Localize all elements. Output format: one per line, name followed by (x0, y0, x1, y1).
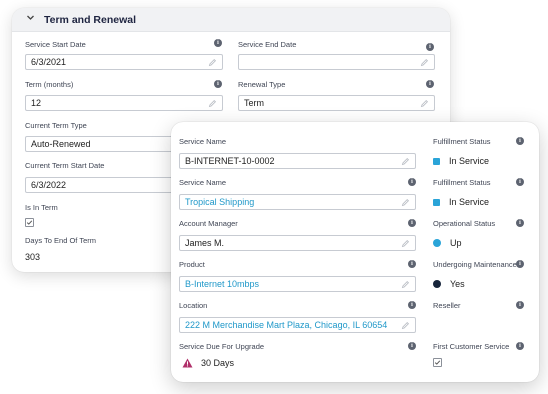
operational-status-value: Up (450, 238, 462, 248)
status-dot-icon (433, 280, 441, 288)
service-name-field-2[interactable]: Tropical Shipping (179, 194, 416, 210)
status-square-icon (433, 198, 440, 206)
service-name-link[interactable]: Tropical Shipping (185, 197, 254, 207)
chevron-down-icon[interactable] (26, 13, 35, 22)
current-term-type-label: Current Term Type (25, 121, 87, 130)
term-months-field[interactable]: 12 (25, 95, 223, 111)
service-name-label: Service Name (179, 137, 227, 146)
product-field[interactable]: B-Internet 10mbps (179, 276, 416, 292)
info-icon[interactable]: i (408, 301, 416, 309)
service-name-label-2: Service Name (179, 178, 227, 187)
section-header[interactable]: Term and Renewal (12, 8, 450, 32)
info-icon[interactable]: i (426, 43, 434, 51)
first-customer-service-label: First Customer Service (433, 342, 510, 351)
section-title: Term and Renewal (44, 13, 136, 26)
service-details-card: Service Name B-INTERNET-10-0002 Service … (171, 122, 539, 382)
service-start-date-label: Service Start Date (25, 40, 86, 49)
pencil-icon[interactable] (401, 321, 410, 330)
service-start-date-field[interactable]: 6/3/2021 (25, 54, 223, 70)
info-icon[interactable]: i (516, 301, 524, 309)
product-link[interactable]: B-Internet 10mbps (185, 279, 259, 289)
term-months-label: Term (months) (25, 80, 74, 89)
stage: Term and Renewal Service Start Date i 6/… (0, 0, 548, 394)
location-label: Location (179, 301, 208, 310)
current-term-start-date-value: 6/3/2022 (31, 180, 67, 190)
days-to-end-of-term-value: 303 (25, 252, 41, 262)
info-icon[interactable]: i (214, 39, 222, 47)
renewal-type-field[interactable]: Term (238, 95, 435, 111)
service-name-value: B-INTERNET-10-0002 (185, 156, 275, 166)
location-field[interactable]: 222 M Merchandise Mart Plaza, Chicago, I… (179, 317, 416, 333)
product-label: Product (179, 260, 205, 269)
service-due-for-upgrade-value: 30 Days (201, 358, 235, 368)
is-in-term-checkbox[interactable] (25, 218, 34, 227)
info-icon[interactable]: i (408, 342, 416, 350)
service-due-for-upgrade: 30 Days (182, 358, 234, 368)
pencil-icon[interactable] (208, 99, 217, 108)
info-icon[interactable]: i (516, 137, 524, 145)
service-end-date-label: Service End Date (238, 40, 297, 49)
reseller-label: Reseller (433, 301, 461, 310)
pencil-icon[interactable] (401, 280, 410, 289)
renewal-type-label: Renewal Type (238, 80, 286, 89)
term-months-value: 12 (31, 98, 42, 108)
current-term-type-value: Auto-Renewed (31, 139, 91, 149)
days-to-end-of-term-label: Days To End Of Term (25, 236, 97, 245)
current-term-start-date-label: Current Term Start Date (25, 161, 105, 170)
info-icon[interactable]: i (426, 80, 434, 88)
service-start-date-value: 6/3/2021 (31, 57, 67, 67)
info-icon[interactable]: i (516, 260, 524, 268)
fulfillment-status-value-2: In Service (449, 197, 490, 207)
pencil-icon[interactable] (401, 198, 410, 207)
pencil-icon[interactable] (401, 239, 410, 248)
pencil-icon[interactable] (420, 58, 429, 67)
pencil-icon[interactable] (420, 99, 429, 108)
status-dot-icon (433, 239, 441, 247)
account-manager-value: James M. (185, 238, 225, 248)
fulfillment-status-2: In Service (433, 197, 489, 207)
service-due-for-upgrade-label: Service Due For Upgrade (179, 342, 265, 351)
checkmark-icon (434, 360, 441, 365)
status-square-icon (433, 157, 440, 165)
warning-icon (182, 358, 193, 368)
checkmark-icon (26, 220, 33, 225)
info-icon[interactable]: i (516, 178, 524, 186)
operational-status-label: Operational Status (433, 219, 496, 228)
fulfillment-status-label: Fulfillment Status (433, 137, 491, 146)
info-icon[interactable]: i (516, 342, 524, 350)
pencil-icon[interactable] (401, 157, 410, 166)
account-manager-field[interactable]: James M. (179, 235, 416, 251)
info-icon[interactable]: i (516, 219, 524, 227)
fulfillment-status: In Service (433, 156, 489, 166)
info-icon[interactable]: i (408, 178, 416, 186)
location-link[interactable]: 222 M Merchandise Mart Plaza, Chicago, I… (185, 320, 387, 330)
undergoing-maintenance-label: Undergoing Maintenance (433, 260, 517, 269)
renewal-type-value: Term (244, 98, 264, 108)
info-icon[interactable]: i (408, 260, 416, 268)
info-icon[interactable]: i (214, 80, 222, 88)
is-in-term-label: Is In Term (25, 203, 58, 212)
undergoing-maintenance: Yes (433, 279, 465, 289)
service-end-date-field[interactable] (238, 54, 435, 70)
first-customer-service-checkbox[interactable] (433, 358, 442, 367)
fulfillment-status-value: In Service (449, 156, 490, 166)
undergoing-maintenance-value: Yes (450, 279, 465, 289)
info-icon[interactable]: i (408, 219, 416, 227)
service-name-field[interactable]: B-INTERNET-10-0002 (179, 153, 416, 169)
account-manager-label: Account Manager (179, 219, 238, 228)
operational-status: Up (433, 238, 462, 248)
fulfillment-status-label-2: Fulfillment Status (433, 178, 491, 187)
pencil-icon[interactable] (208, 58, 217, 67)
